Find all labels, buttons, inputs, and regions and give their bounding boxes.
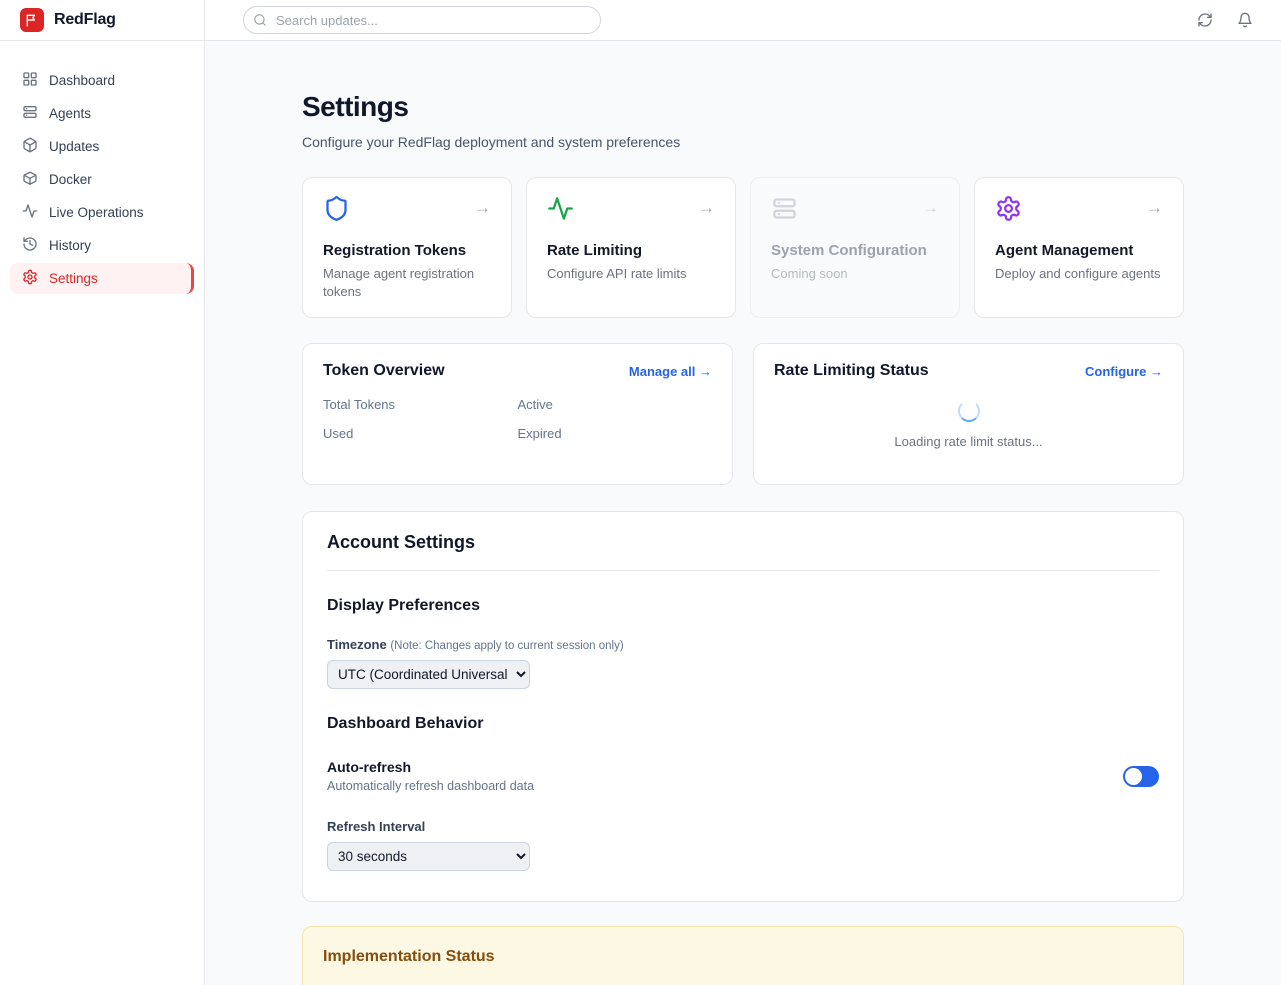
- display-preferences-title: Display Preferences: [327, 597, 1159, 615]
- implementation-status-card: Implementation Status Implemented Featur…: [302, 926, 1184, 985]
- arrow-right-icon: →: [474, 199, 491, 216]
- rate-limiting-status-title: Rate Limiting Status: [774, 362, 929, 380]
- stat-label-expired: Expired: [518, 426, 713, 441]
- account-settings-title: Account Settings: [327, 532, 1159, 571]
- timezone-select[interactable]: UTC (Coordinated Universal Time): [327, 660, 530, 689]
- token-overview-panel: Token Overview Manage all → Total Tokens…: [302, 343, 733, 485]
- sidebar: RedFlag Dashboard Agents: [0, 0, 205, 985]
- configure-link[interactable]: Configure →: [1085, 364, 1163, 379]
- activity-icon: [22, 203, 38, 222]
- card-system-configuration: → System Configuration Coming soon: [750, 177, 960, 318]
- manage-all-link[interactable]: Manage all →: [629, 364, 712, 379]
- sidebar-item-label: Docker: [49, 172, 92, 187]
- search-input[interactable]: [243, 6, 601, 34]
- sidebar-item-agents[interactable]: Agents: [10, 98, 194, 129]
- card-title: Registration Tokens: [323, 242, 491, 259]
- server-icon: [771, 195, 798, 227]
- card-description: Manage agent registration tokens: [323, 265, 491, 300]
- page-title: Settings: [302, 91, 1184, 123]
- refresh-interval-select[interactable]: 30 seconds: [327, 842, 530, 871]
- gear-icon: [995, 195, 1022, 227]
- sidebar-item-updates[interactable]: Updates: [10, 131, 194, 162]
- arrow-right-icon: →: [922, 199, 939, 216]
- brand-name: RedFlag: [54, 11, 116, 29]
- box-icon: [22, 170, 38, 189]
- dashboard-behavior-title: Dashboard Behavior: [327, 715, 1159, 733]
- stat-label-active: Active: [518, 397, 713, 412]
- search-box: [243, 6, 601, 34]
- overview-panels: Token Overview Manage all → Total Tokens…: [302, 343, 1184, 485]
- implementation-status-title: Implementation Status: [323, 948, 1163, 966]
- card-description: Coming soon: [771, 265, 939, 283]
- card-title: System Configuration: [771, 242, 939, 259]
- sidebar-item-label: Agents: [49, 106, 91, 121]
- arrow-right-icon: →: [698, 199, 715, 216]
- stat-label-total-tokens: Total Tokens: [323, 397, 518, 412]
- sidebar-item-label: Updates: [49, 139, 99, 154]
- refresh-icon[interactable]: [1195, 10, 1215, 30]
- page-subtitle: Configure your RedFlag deployment and sy…: [302, 134, 1184, 150]
- auto-refresh-label: Auto-refresh: [327, 759, 534, 775]
- account-settings-card: Account Settings Display Preferences Tim…: [302, 511, 1184, 902]
- sidebar-item-docker[interactable]: Docker: [10, 164, 194, 195]
- card-title: Agent Management: [995, 242, 1163, 259]
- auto-refresh-description: Automatically refresh dashboard data: [327, 779, 534, 793]
- shield-icon: [323, 195, 350, 227]
- sidebar-item-label: Settings: [49, 271, 98, 286]
- grid-icon: [22, 71, 38, 90]
- stat-label-used: Used: [323, 426, 518, 441]
- timezone-label: Timezone (Note: Changes apply to current…: [327, 637, 1159, 652]
- loading-spinner-icon: [958, 400, 980, 422]
- refresh-interval-label: Refresh Interval: [327, 819, 1159, 834]
- token-overview-title: Token Overview: [323, 362, 445, 380]
- sidebar-item-label: History: [49, 238, 91, 253]
- brand: RedFlag: [0, 0, 204, 41]
- server-icon: [22, 104, 38, 123]
- arrow-right-icon: →: [1146, 199, 1163, 216]
- sidebar-nav: Dashboard Agents Updates: [0, 41, 204, 294]
- auto-refresh-row: Auto-refresh Automatically refresh dashb…: [327, 759, 1159, 793]
- sidebar-item-dashboard[interactable]: Dashboard: [10, 65, 194, 96]
- top-bar: [205, 0, 1281, 41]
- timezone-note: (Note: Changes apply to current session …: [390, 640, 623, 652]
- package-icon: [22, 137, 38, 156]
- sidebar-item-label: Dashboard: [49, 73, 115, 88]
- card-rate-limiting[interactable]: → Rate Limiting Configure API rate limit…: [526, 177, 736, 318]
- auto-refresh-toggle[interactable]: [1123, 766, 1159, 787]
- card-description: Configure API rate limits: [547, 265, 715, 283]
- card-agent-management[interactable]: → Agent Management Deploy and configure …: [974, 177, 1184, 318]
- gear-icon: [22, 269, 38, 288]
- quick-cards: → Registration Tokens Manage agent regis…: [302, 177, 1184, 318]
- topbar-icons: [1195, 10, 1255, 30]
- flag-icon: [20, 8, 44, 32]
- sidebar-item-settings[interactable]: Settings: [10, 263, 194, 294]
- main-content: Settings Configure your RedFlag deployme…: [205, 41, 1281, 985]
- sidebar-item-live-operations[interactable]: Live Operations: [10, 197, 194, 228]
- toggle-knob: [1125, 768, 1142, 785]
- card-title: Rate Limiting: [547, 242, 715, 259]
- search-icon: [253, 13, 267, 27]
- loading-text: Loading rate limit status...: [894, 434, 1042, 449]
- sidebar-item-history[interactable]: History: [10, 230, 194, 261]
- card-description: Deploy and configure agents: [995, 265, 1163, 283]
- card-registration-tokens[interactable]: → Registration Tokens Manage agent regis…: [302, 177, 512, 318]
- activity-icon: [547, 195, 574, 227]
- sidebar-item-label: Live Operations: [49, 205, 144, 220]
- history-icon: [22, 236, 38, 255]
- bell-icon[interactable]: [1235, 10, 1255, 30]
- rate-limiting-status-panel: Rate Limiting Status Configure → Loading…: [753, 343, 1184, 485]
